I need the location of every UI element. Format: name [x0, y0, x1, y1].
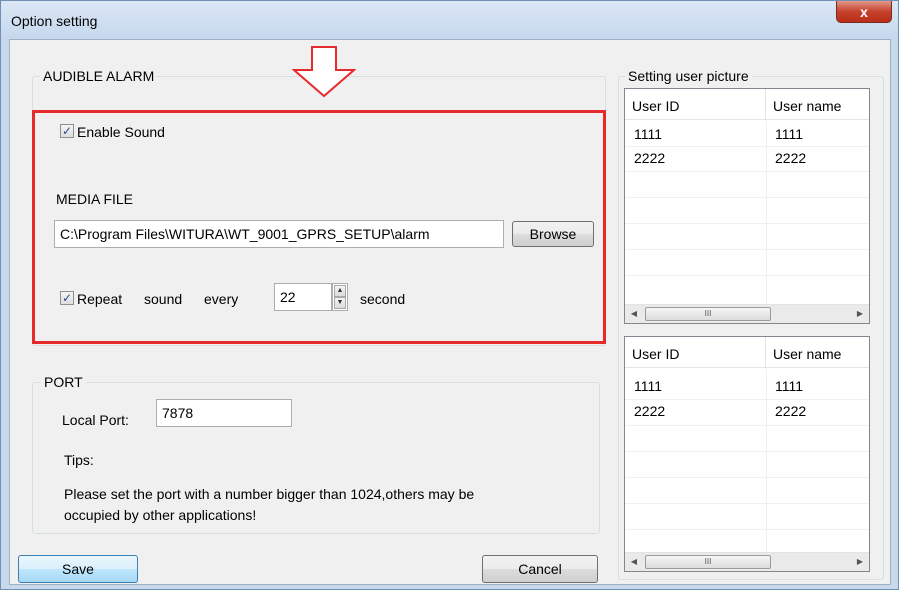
- save-button-label: Save: [62, 561, 94, 577]
- media-file-label: MEDIA FILE: [56, 191, 134, 207]
- grip-icon: III: [704, 309, 712, 318]
- tips-text-line1: Please set the port with a number bigger…: [64, 486, 475, 502]
- close-button[interactable]: x: [836, 1, 892, 23]
- list1-col-user-id[interactable]: User ID: [625, 89, 766, 120]
- scroll-right-icon[interactable]: ▶: [851, 553, 869, 571]
- port-legend: PORT: [41, 374, 86, 390]
- table-cell: 2222: [634, 403, 666, 419]
- local-port-label: Local Port:: [62, 412, 129, 428]
- list1-horizontal-scrollbar[interactable]: ◀ III ▶: [625, 304, 869, 323]
- list2-col-user-name[interactable]: User name: [766, 337, 869, 368]
- save-button[interactable]: Save: [18, 555, 138, 583]
- list2-header: User ID User name: [625, 337, 869, 368]
- user-picture-legend: Setting user picture: [625, 68, 752, 84]
- dialog-client-area: AUDIBLE ALARM ✓ Enable Sound MEDIA FILE …: [9, 39, 891, 585]
- list2-gridline: [625, 477, 869, 478]
- every-label: every: [204, 291, 239, 307]
- check-icon: ✓: [61, 124, 73, 138]
- window-title: Option setting: [11, 13, 98, 29]
- list1-gridline: [625, 275, 869, 276]
- scroll-left-icon[interactable]: ◀: [625, 553, 643, 571]
- caret-up-icon[interactable]: ▲: [334, 285, 346, 297]
- cancel-button[interactable]: Cancel: [482, 555, 598, 583]
- table-row[interactable]: 1111 1111: [625, 374, 869, 399]
- list2-gridline: [625, 451, 869, 452]
- list2-gridline: [625, 503, 869, 504]
- check-icon: ✓: [61, 291, 73, 305]
- table-cell: 1111: [775, 378, 804, 394]
- sound-label: sound: [144, 291, 183, 307]
- repeat-label: Repeat: [77, 291, 123, 307]
- enable-sound-label: Enable Sound: [77, 124, 165, 140]
- browse-button[interactable]: Browse: [512, 221, 594, 247]
- tips-label: Tips:: [64, 452, 94, 468]
- table-row[interactable]: 2222 2222: [625, 399, 869, 424]
- list2-scroll-thumb[interactable]: III: [645, 555, 771, 569]
- media-file-path-input[interactable]: C:\Program Files\WITURA\WT_9001_GPRS_SET…: [54, 220, 504, 248]
- list2-horizontal-scrollbar[interactable]: ◀ III ▶: [625, 552, 869, 571]
- local-port-input[interactable]: 7878: [156, 399, 292, 427]
- list1-scroll-thumb[interactable]: III: [645, 307, 771, 321]
- media-file-path-value: C:\Program Files\WITURA\WT_9001_GPRS_SET…: [60, 226, 430, 242]
- repeat-interval-value: 22: [280, 289, 296, 305]
- close-icon: x: [860, 3, 868, 20]
- user-list-1[interactable]: User ID User name 1111 1111 2222 2222 ◀ …: [624, 88, 870, 324]
- list1-gridline: [625, 223, 869, 224]
- list1-gridline: [625, 171, 869, 172]
- table-row[interactable]: 1111 1111: [625, 122, 869, 147]
- list2-gridline: [625, 399, 869, 400]
- browse-button-label: Browse: [529, 226, 577, 242]
- table-row[interactable]: 2222 2222: [625, 146, 869, 171]
- scroll-left-icon[interactable]: ◀: [625, 305, 643, 323]
- list1-col-user-name[interactable]: User name: [766, 89, 869, 120]
- table-cell: 1111: [634, 378, 663, 394]
- option-setting-window: Option setting x AUDIBLE ALARM ✓ Enable …: [0, 0, 899, 590]
- scroll-right-icon[interactable]: ▶: [851, 305, 869, 323]
- list1-gridline: [625, 146, 869, 147]
- list1-gridline: [625, 249, 869, 250]
- repeat-interval-input[interactable]: 22: [274, 283, 332, 311]
- cancel-button-label: Cancel: [518, 561, 562, 577]
- enable-sound-checkbox[interactable]: ✓: [60, 124, 74, 138]
- table-cell: 1111: [775, 126, 804, 142]
- list2-gridline: [625, 529, 869, 530]
- table-cell: 2222: [634, 150, 666, 166]
- list2-col-user-id[interactable]: User ID: [625, 337, 766, 368]
- list1-gridline: [625, 197, 869, 198]
- grip-icon: III: [704, 557, 712, 566]
- title-bar[interactable]: Option setting x: [1, 1, 898, 39]
- caret-down-icon[interactable]: ▼: [334, 297, 346, 309]
- table-cell: 1111: [634, 126, 663, 142]
- repeat-sound-checkbox[interactable]: ✓: [60, 291, 74, 305]
- table-cell: 2222: [775, 150, 807, 166]
- list2-gridline: [625, 425, 869, 426]
- second-label: second: [360, 291, 406, 307]
- local-port-value: 7878: [162, 405, 194, 421]
- table-cell: 2222: [775, 403, 807, 419]
- repeat-interval-spinner[interactable]: ▲ ▼: [332, 283, 348, 311]
- tips-text-line2: occupied by other applications!: [64, 507, 257, 523]
- audible-alarm-legend: AUDIBLE ALARM: [40, 68, 158, 84]
- down-arrow-icon: [292, 46, 356, 98]
- user-list-2[interactable]: User ID User name 1111 1111 2222 2222 ◀ …: [624, 336, 870, 572]
- list1-header: User ID User name: [625, 89, 869, 120]
